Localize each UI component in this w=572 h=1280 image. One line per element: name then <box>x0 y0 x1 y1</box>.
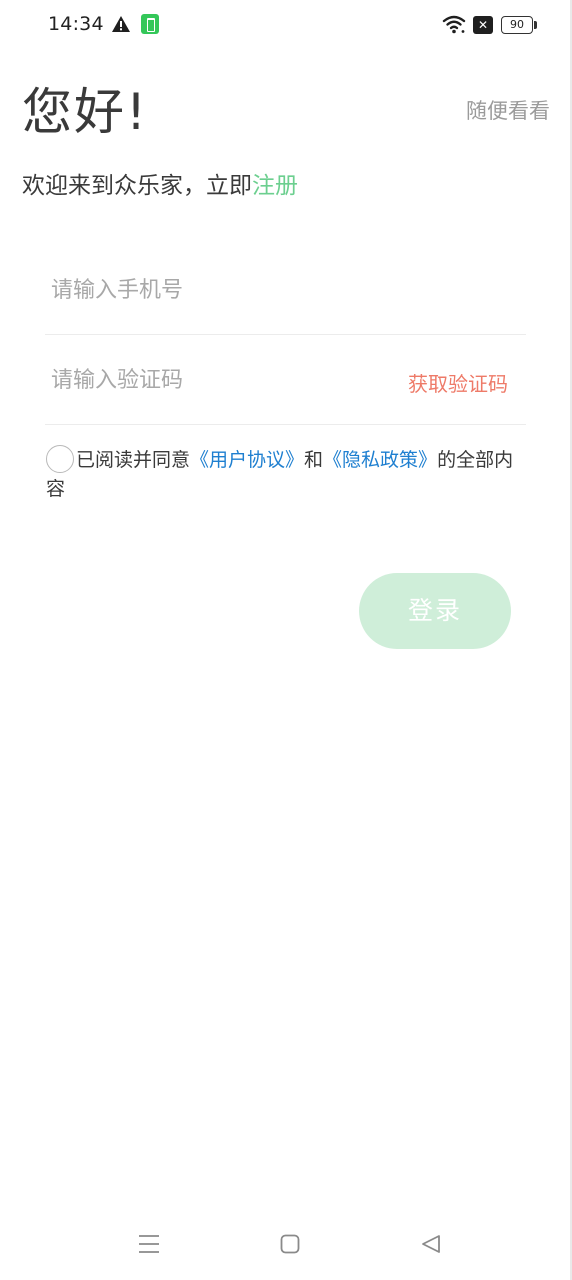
phone-input[interactable] <box>49 267 373 313</box>
login-button[interactable]: 登录 <box>359 573 511 649</box>
home-icon[interactable] <box>280 1234 300 1254</box>
user-agreement-link[interactable]: 《用户协议》 <box>190 449 304 471</box>
status-time: 14:34 <box>48 13 104 35</box>
sim-off-icon: ✕ <box>473 16 493 34</box>
get-code-button[interactable]: 获取验证码 <box>408 368 508 397</box>
privacy-policy-link[interactable]: 《隐私政策》 <box>323 449 437 471</box>
battery-icon: 90 <box>501 16 533 34</box>
register-link[interactable]: 注册 <box>252 173 298 199</box>
browse-link[interactable]: 随便看看 <box>466 95 550 125</box>
back-icon[interactable] <box>420 1233 442 1255</box>
agreement-prefix: 已阅读并同意 <box>76 449 191 471</box>
greeting-title: 您好! <box>22 83 149 141</box>
agreement-and: 和 <box>304 449 324 471</box>
app-notification-icon <box>141 14 159 34</box>
menu-icon[interactable] <box>138 1234 160 1254</box>
wifi-icon <box>442 15 466 34</box>
welcome-prefix: 欢迎来到众乐家，立即 <box>22 173 252 199</box>
agreement-text: 已阅读并同意《用户协议》和《隐私政策》的全部内容 <box>46 444 516 504</box>
phone-field-row <box>45 245 526 335</box>
system-nav-bar <box>0 1216 572 1276</box>
warning-icon <box>112 16 130 32</box>
status-bar: 14:34 ✕ 90 <box>0 0 572 52</box>
welcome-text: 欢迎来到众乐家，立即注册 <box>22 166 298 200</box>
battery-tip <box>534 21 537 29</box>
agreement-checkbox[interactable] <box>46 444 74 473</box>
verification-code-input[interactable] <box>49 357 373 403</box>
code-field-row: 获取验证码 <box>45 335 526 425</box>
